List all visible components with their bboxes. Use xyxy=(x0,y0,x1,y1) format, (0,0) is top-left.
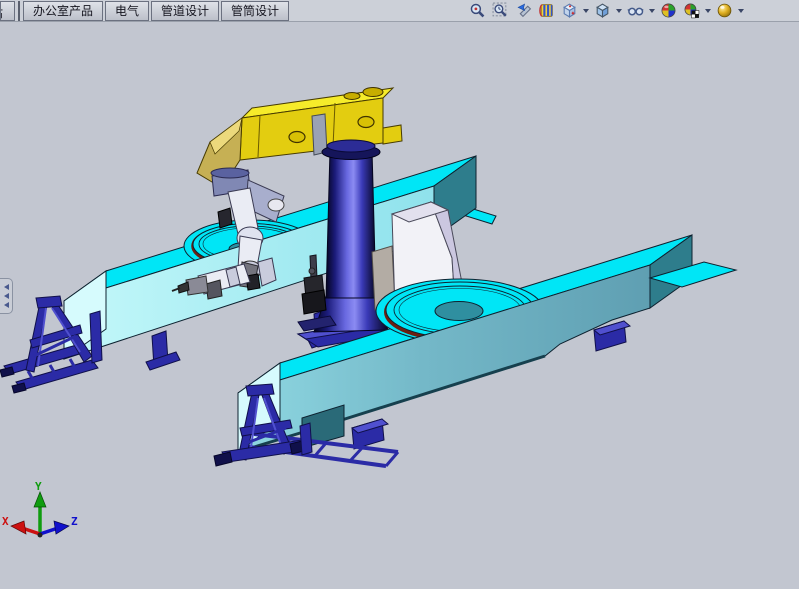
view-settings-button[interactable] xyxy=(714,1,735,20)
view-orientation-icon xyxy=(561,2,578,19)
tab-piping-design-label: 管道设计 xyxy=(161,2,209,19)
display-style-icon xyxy=(594,2,611,19)
section-view-icon xyxy=(538,2,555,19)
tab-piping-design[interactable]: 管道设计 xyxy=(151,1,219,21)
zoom-to-area-icon xyxy=(492,2,509,19)
triad-y-label: Y xyxy=(35,480,42,493)
view-settings-dropdown[interactable] xyxy=(737,1,745,20)
display-style-dropdown[interactable] xyxy=(615,1,623,20)
previous-view-button[interactable] xyxy=(513,1,534,20)
section-view-button[interactable] xyxy=(536,1,557,20)
graphics-viewport[interactable]: Y X Z xyxy=(0,0,799,589)
edit-appearance-icon xyxy=(660,2,677,19)
apply-scene-dropdown[interactable] xyxy=(704,1,712,20)
tab-evaluate-partial-label: 估 xyxy=(0,4,3,21)
tab-office-products[interactable]: 办公室产品 xyxy=(23,1,103,21)
tab-evaluate-partial[interactable]: 估 xyxy=(0,1,15,21)
triad-x-label: X xyxy=(2,515,9,528)
command-toolbar: 估 办公室产品 电气 管道设计 管筒设计 xyxy=(0,0,799,22)
command-tabs: 估 办公室产品 电气 管道设计 管筒设计 xyxy=(0,1,289,21)
tab-electrical-label: 电气 xyxy=(115,2,139,19)
zoom-to-fit-button[interactable] xyxy=(467,1,488,20)
edit-appearance-button[interactable] xyxy=(658,1,679,20)
view-settings-icon xyxy=(716,2,733,19)
apply-scene-button[interactable] xyxy=(681,1,702,20)
hide-show-items-button[interactable] xyxy=(625,1,646,20)
column-flange[interactable] xyxy=(322,140,380,160)
tab-divider xyxy=(18,1,20,21)
display-style-button[interactable] xyxy=(592,1,613,20)
panel-collapse-handle[interactable] xyxy=(0,278,13,314)
tab-tubing-design-label: 管筒设计 xyxy=(231,2,279,19)
apply-scene-icon xyxy=(683,2,700,19)
collapse-arrow-icon xyxy=(4,284,9,290)
view-orientation-dropdown[interactable] xyxy=(582,1,590,20)
zoom-to-fit-icon xyxy=(469,2,486,19)
tab-tubing-design[interactable]: 管筒设计 xyxy=(221,1,289,21)
view-orientation-button[interactable] xyxy=(559,1,580,20)
previous-view-icon xyxy=(515,2,532,19)
heads-up-view-toolbar xyxy=(467,0,745,21)
collapse-arrow-icon xyxy=(4,302,9,308)
triad-z-label: Z xyxy=(71,515,78,528)
zoom-to-area-button[interactable] xyxy=(490,1,511,20)
collapse-arrow-icon xyxy=(4,293,9,299)
hide-show-items-icon xyxy=(627,2,644,19)
hide-show-items-dropdown[interactable] xyxy=(648,1,656,20)
tab-office-products-label: 办公室产品 xyxy=(33,2,93,19)
tab-electrical[interactable]: 电气 xyxy=(105,1,149,21)
